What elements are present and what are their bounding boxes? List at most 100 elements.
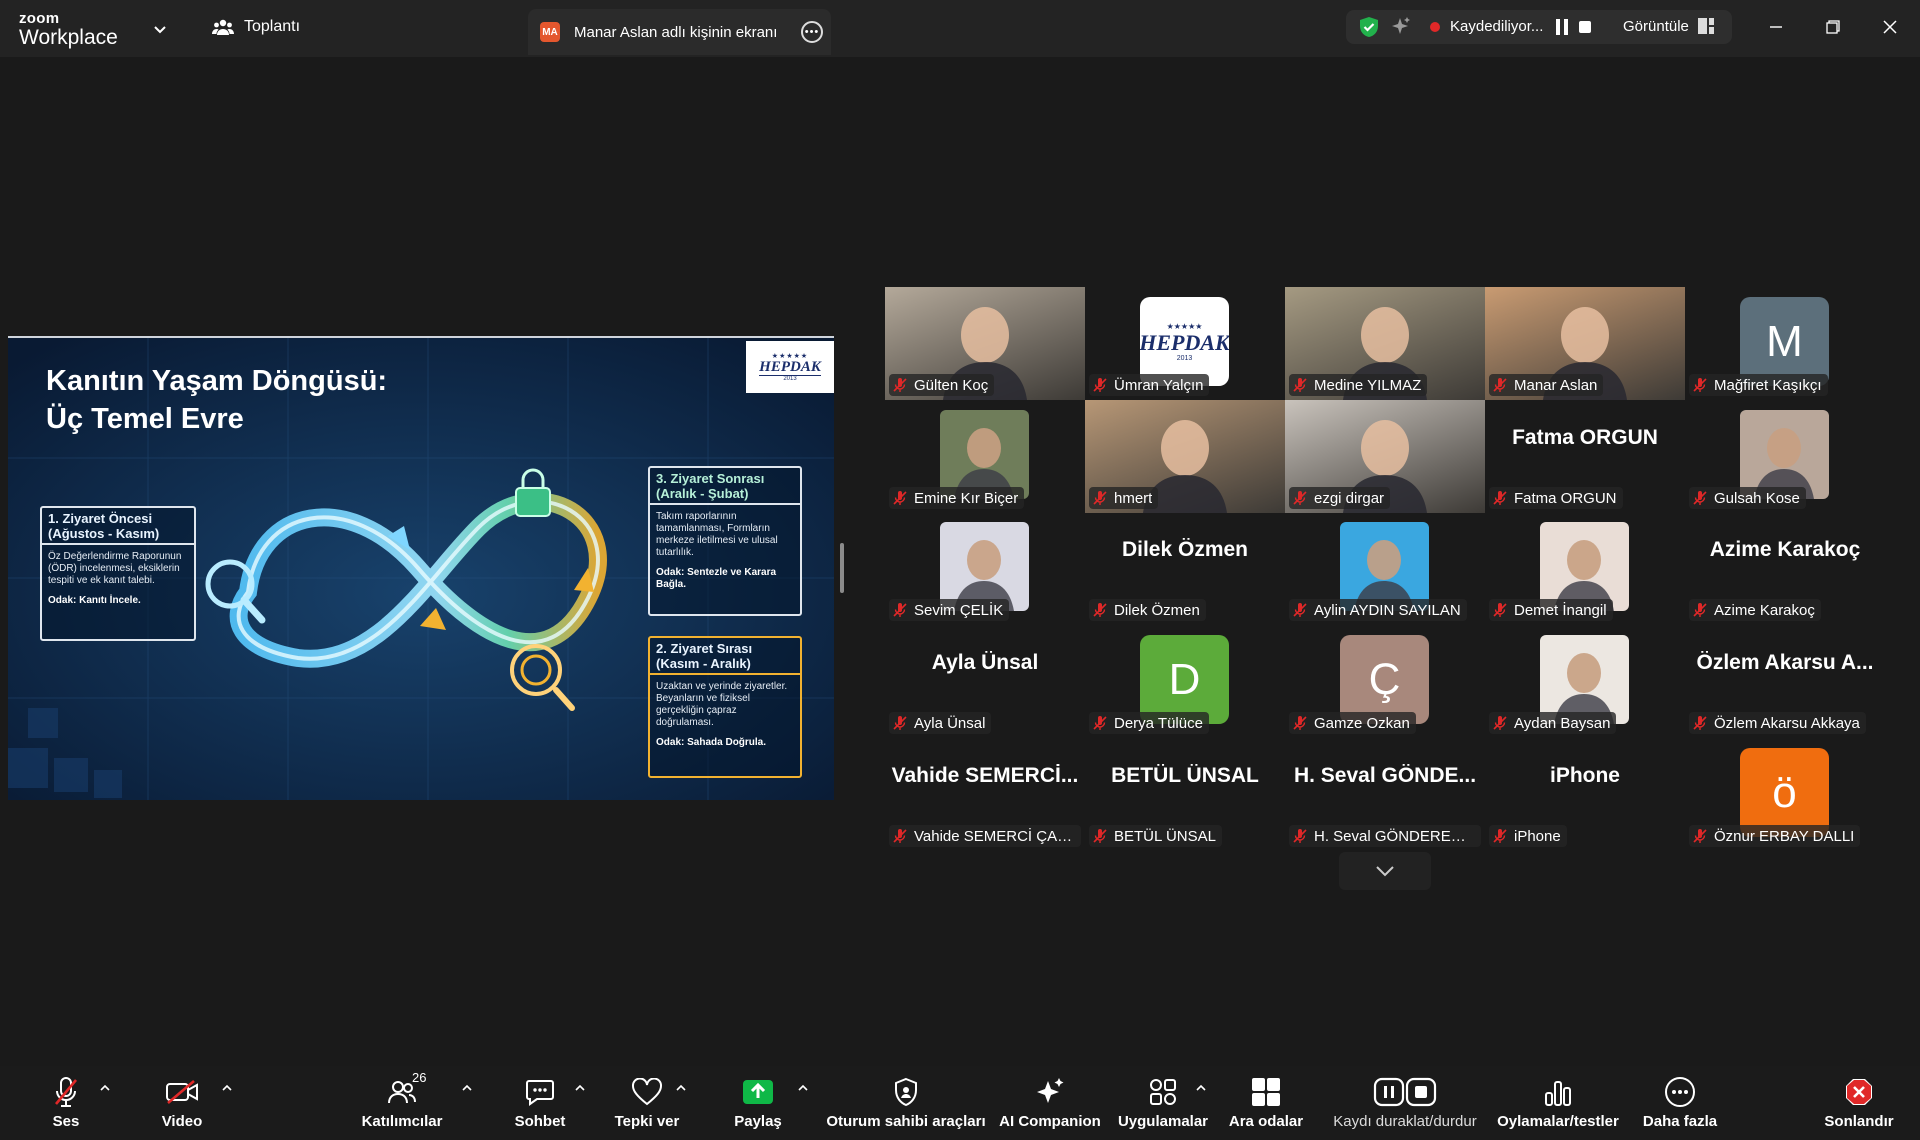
ai-sparkle-icon[interactable] xyxy=(1390,16,1412,38)
mic-muted-icon xyxy=(1493,378,1507,392)
participants-button[interactable]: 26 Katılımcılar xyxy=(332,1070,472,1130)
more-options-icon[interactable]: ••• xyxy=(801,21,823,43)
restore-button[interactable] xyxy=(1818,12,1848,42)
participant-tile[interactable]: ★★★★★ HEPDAK 2013 Ümran Yalçın xyxy=(1085,287,1285,400)
gallery-next-page-button[interactable] xyxy=(1339,852,1431,890)
participant-tile[interactable]: Azime Karakoç Azime Karakoç xyxy=(1685,512,1885,625)
participant-name: Gamze Ozkan xyxy=(1314,714,1410,732)
more-icon xyxy=(1665,1077,1695,1107)
breakout-rooms-button[interactable]: Ara odalar xyxy=(1196,1074,1336,1130)
participant-tile[interactable]: Ç Gamze Ozkan xyxy=(1285,625,1485,738)
participant-tile[interactable]: Manar Aslan xyxy=(1485,287,1685,400)
participant-name-tag: H. Seval GÖNDEREN Ç... xyxy=(1289,825,1481,847)
host-tools-label: Oturum sahibi araçları xyxy=(826,1113,986,1130)
mic-muted-icon xyxy=(1693,829,1707,843)
title-bar: zoom Workplace Toplantı MA Manar Aslan a… xyxy=(0,0,1920,57)
participant-name-tag: Gülten Koç xyxy=(889,374,995,396)
participant-name: Gülten Koç xyxy=(914,376,989,394)
share-label: Paylaş xyxy=(734,1113,782,1130)
participant-tile[interactable]: Aylin AYDIN SAYILAN xyxy=(1285,512,1485,625)
participant-tile[interactable]: Özlem Akarsu A... Özlem Akarsu Akkaya xyxy=(1685,625,1885,738)
avatar-initial: Ç xyxy=(1368,654,1401,704)
participant-name: Derya Tülüce xyxy=(1114,714,1203,732)
participant-tile[interactable]: Fatma ORGUN Fatma ORGUN xyxy=(1485,400,1685,513)
participant-name: H. Seval GÖNDEREN Ç... xyxy=(1314,827,1475,845)
mic-muted-icon xyxy=(1093,829,1107,843)
chevron-down-icon[interactable] xyxy=(151,20,169,38)
end-meeting-button[interactable]: Sonlandır xyxy=(1789,1074,1920,1130)
participant-tile[interactable]: ö Öznur ERBAY DALLI xyxy=(1685,738,1885,851)
participant-name: Özlem Akarsu Akkaya xyxy=(1714,714,1860,732)
microphone-muted-icon xyxy=(55,1077,77,1107)
shared-screen[interactable]: Kanıtın Yaşam Döngüsü: Üç Temel Evre ★★★… xyxy=(8,336,834,800)
mic-muted-icon xyxy=(1093,716,1107,730)
participant-name: Demet İnangil xyxy=(1514,601,1607,619)
phase-box-during-visit: 2. Ziyaret Sırası (Kasım - Aralık) Uzakt… xyxy=(648,636,802,778)
split-view-handle[interactable] xyxy=(840,543,844,593)
participant-name: Dilek Özmen xyxy=(1114,601,1200,619)
participant-tile[interactable]: Medine YILMAZ xyxy=(1285,287,1485,400)
participant-name-tag: ezgi dirgar xyxy=(1289,487,1391,509)
participant-avatar xyxy=(1540,522,1629,611)
participant-tile[interactable]: Aydan Baysan xyxy=(1485,625,1685,738)
participant-tile[interactable]: Dilek Özmen Dilek Özmen xyxy=(1085,512,1285,625)
participant-name: Öznur ERBAY DALLI xyxy=(1714,827,1855,845)
participant-tile[interactable]: iPhone iPhone xyxy=(1485,738,1685,851)
participant-tile[interactable]: Sevim ÇELİK xyxy=(885,512,1085,625)
people-icon xyxy=(212,19,234,35)
participant-name: iPhone xyxy=(1514,827,1561,845)
participant-tile[interactable]: Vahide SEMERCİ... Vahide SEMERCİ ÇAK... xyxy=(885,738,1085,851)
participant-tile[interactable]: Emine Kır Biçer xyxy=(885,400,1085,513)
participant-tile[interactable]: hmert xyxy=(1085,400,1285,513)
zoom-meeting-window: zoom Workplace Toplantı MA Manar Aslan a… xyxy=(0,0,1920,1140)
participant-initial-avatar: D xyxy=(1140,635,1229,724)
encryption-shield-icon[interactable] xyxy=(1358,16,1380,38)
phase-body: Öz Değerlendirme Raporunun (ÖDR) incelen… xyxy=(48,551,182,586)
participant-tile[interactable]: ezgi dirgar xyxy=(1285,400,1485,513)
avatar-initial: ö xyxy=(1772,767,1797,817)
share-caret-icon[interactable] xyxy=(797,1082,809,1092)
participant-name-tag: Özlem Akarsu Akkaya xyxy=(1689,712,1866,734)
participant-name-tag: Gulsah Kose xyxy=(1689,487,1806,509)
logo-text: HEPDAK xyxy=(1140,329,1229,355)
participant-tile[interactable]: D Derya Tülüce xyxy=(1085,625,1285,738)
screen-share-tab[interactable]: MA Manar Aslan adlı kişinin ekranı ••• xyxy=(528,9,831,55)
pause-rec-label: Kaydı duraklat/durdur xyxy=(1333,1113,1477,1130)
participant-avatar xyxy=(1740,410,1829,499)
pause-recording-icon[interactable] xyxy=(1556,19,1568,35)
participant-display-name: Azime Karakoç xyxy=(1709,538,1861,561)
more-button[interactable]: Daha fazla xyxy=(1610,1074,1750,1130)
mic-muted-icon xyxy=(1493,491,1507,505)
participant-tile[interactable]: Demet İnangil xyxy=(1485,512,1685,625)
react-caret-icon[interactable] xyxy=(675,1082,687,1092)
participant-tile[interactable]: M Mağfiret Kaşıkçı xyxy=(1685,287,1885,400)
host-tools-button[interactable]: Oturum sahibi araçları xyxy=(826,1074,986,1130)
participant-tile[interactable]: BETÜL ÜNSAL BETÜL ÜNSAL xyxy=(1085,738,1285,851)
participant-tile[interactable]: Gülten Koç xyxy=(885,287,1085,400)
meeting-tab[interactable]: Toplantı xyxy=(212,17,300,37)
view-menu[interactable]: Görüntüle xyxy=(1623,18,1689,35)
view-layout-icon[interactable] xyxy=(1698,18,1714,34)
participant-tile[interactable]: Ayla Ünsal Ayla Ünsal xyxy=(885,625,1085,738)
stop-recording-icon[interactable] xyxy=(1579,21,1591,33)
participant-name: Manar Aslan xyxy=(1514,376,1598,394)
participant-tile[interactable]: H. Seval GÖNDE... H. Seval GÖNDEREN Ç... xyxy=(1285,738,1485,851)
participant-name-tag: Fatma ORGUN xyxy=(1489,487,1623,509)
participant-display-name: iPhone xyxy=(1549,764,1620,787)
audio-options-caret-icon[interactable] xyxy=(99,1082,111,1092)
close-button[interactable] xyxy=(1875,12,1905,42)
participant-tile[interactable]: Gulsah Kose xyxy=(1685,400,1885,513)
polls-button[interactable]: Oylamalar/testler xyxy=(1488,1074,1628,1130)
pause-stop-recording-button[interactable]: Kaydı duraklat/durdur xyxy=(1320,1074,1490,1130)
participant-name: Aydan Baysan xyxy=(1514,714,1611,732)
participant-name-tag: Dilek Özmen xyxy=(1089,599,1206,621)
mic-muted-icon xyxy=(893,378,907,392)
breakout-label: Ara odalar xyxy=(1228,1113,1304,1130)
minimize-button[interactable] xyxy=(1761,12,1791,42)
video-options-caret-icon[interactable] xyxy=(221,1082,233,1092)
apps-icon xyxy=(1150,1079,1176,1105)
participant-display-name: H. Seval GÖNDE... xyxy=(1293,764,1477,787)
host-shield-icon xyxy=(895,1077,917,1107)
participant-display-name: BETÜL ÜNSAL xyxy=(1111,764,1259,787)
apps-label: Uygulamalar xyxy=(1117,1113,1209,1130)
